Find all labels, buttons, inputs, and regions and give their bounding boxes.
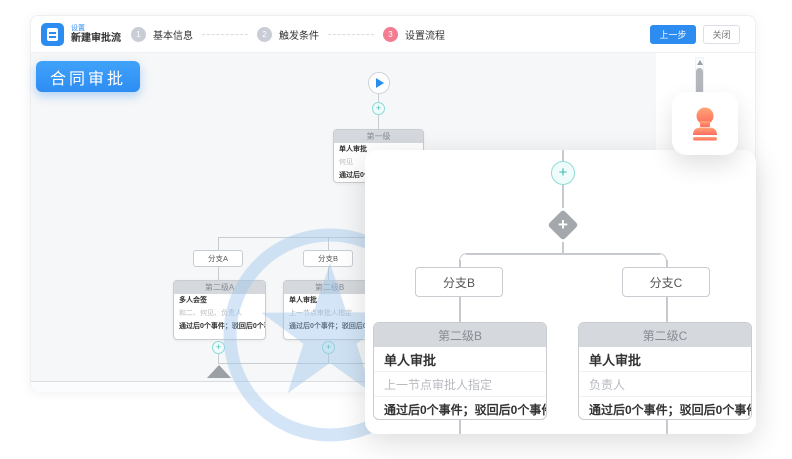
node-approval-type: 单人审批 — [374, 347, 546, 372]
flow-connector — [378, 94, 379, 102]
node-card-title: 第二级B — [284, 281, 375, 294]
node-events: 通过后0个事件；驳回后0个事件 — [174, 320, 265, 333]
node-card-level2c[interactable]: 第二级C 单人审批 负责人 通过后0个事件；驳回后0个事件 — [578, 322, 752, 420]
flow-connector — [666, 297, 668, 322]
flow-zoom-panel: + + 分支B 分支C 第二级B 单人审批 上一节点审批人指定 通过后0个事件；… — [365, 150, 756, 434]
stepper: 1 基本信息 2 触发条件 3 设置流程 — [131, 16, 445, 53]
play-icon — [376, 78, 384, 88]
node-events: 通过后0个事件；驳回后0个事件 — [284, 320, 375, 333]
node-assignee: 上一节点审批人指定 — [374, 372, 546, 397]
step-set-flow[interactable]: 3 设置流程 — [383, 27, 445, 42]
node-card-level2b[interactable]: 第二级B 单人审批 上一节点审批人指定 通过后0个事件；驳回后0个事件 — [283, 280, 376, 340]
node-assignee: 和二、何见、负责人 — [174, 307, 265, 320]
step-number: 2 — [257, 27, 272, 42]
start-node[interactable] — [368, 72, 390, 94]
node-card-level2a[interactable]: 第二级A 多人会签 和二、何见、负责人 通过后0个事件；驳回后0个事件 — [173, 280, 266, 340]
node-approval-type: 单人审批 — [284, 294, 375, 307]
flow-connector — [666, 420, 668, 434]
step-label: 设置流程 — [405, 27, 445, 42]
flow-connector — [218, 354, 219, 363]
branch-box-b[interactable]: 分支B — [415, 267, 503, 297]
step-number: 1 — [131, 27, 146, 42]
composite-screenshot: 设置 新建审批流 1 基本信息 2 触发条件 3 设置流程 — [0, 0, 792, 459]
node-card-title: 第二级B — [374, 323, 546, 347]
node-approval-type: 单人审批 — [579, 347, 751, 372]
brand-subtitle: 设置 — [71, 25, 121, 32]
branch-box-a[interactable]: 分支A — [193, 250, 243, 267]
stamp-card — [672, 92, 738, 155]
window-header: 设置 新建审批流 1 基本信息 2 触发条件 3 设置流程 — [31, 16, 755, 53]
node-approval-type: 多人会签 — [174, 294, 265, 307]
flow-connector — [218, 237, 219, 250]
add-node-button[interactable]: + — [551, 161, 575, 185]
flow-name-badge: 合同审批 — [36, 61, 140, 92]
page-title: 新建审批流 — [71, 34, 121, 44]
stamp-icon — [688, 106, 722, 142]
step-connector — [328, 34, 374, 35]
flow-connector — [562, 242, 564, 253]
flow-connector — [459, 297, 461, 322]
scroll-up-icon[interactable] — [697, 60, 703, 65]
step-number: 3 — [383, 27, 398, 42]
flow-connector — [378, 115, 379, 129]
add-node-button[interactable]: + — [212, 341, 225, 354]
flow-connector — [459, 260, 461, 267]
merge-end-marker — [207, 365, 231, 378]
flow-connector — [466, 253, 660, 255]
close-button[interactable]: 关闭 — [703, 25, 740, 44]
gateway-node[interactable] — [547, 209, 578, 240]
add-node-button[interactable]: + — [372, 102, 385, 115]
flow-connector — [666, 260, 668, 267]
node-events: 通过后0个事件；驳回后0个事件 — [579, 397, 751, 420]
step-label: 触发条件 — [279, 27, 319, 42]
add-node-button[interactable]: + — [322, 341, 335, 354]
flow-connector — [328, 354, 329, 363]
branch-box-b[interactable]: 分支B — [303, 250, 353, 267]
brand: 设置 新建审批流 — [41, 23, 121, 46]
flow-connector — [328, 237, 329, 250]
flow-connector — [562, 185, 564, 208]
step-label: 基本信息 — [153, 27, 193, 42]
node-card-title: 第二级C — [579, 323, 751, 347]
flow-connector — [459, 420, 461, 434]
flow-connector — [328, 267, 329, 280]
node-events: 通过后0个事件；驳回后0个事件 — [374, 397, 546, 420]
node-card-title: 第一级 — [334, 130, 423, 143]
step-trigger-condition[interactable]: 2 触发条件 — [257, 27, 319, 42]
node-assignee: 上一节点审批人指定 — [284, 307, 375, 320]
app-icon — [41, 23, 64, 46]
branch-box-c[interactable]: 分支C — [622, 267, 710, 297]
node-card-level2b[interactable]: 第二级B 单人审批 上一节点审批人指定 通过后0个事件；驳回后0个事件 — [373, 322, 547, 420]
document-icon — [47, 28, 58, 41]
flow-connector — [562, 150, 564, 161]
node-assignee: 负责人 — [579, 372, 751, 397]
flow-connector — [218, 267, 219, 280]
step-connector — [202, 34, 248, 35]
node-card-title: 第二级A — [174, 281, 265, 294]
previous-step-button[interactable]: 上一步 — [650, 25, 696, 44]
step-basic-info[interactable]: 1 基本信息 — [131, 27, 193, 42]
